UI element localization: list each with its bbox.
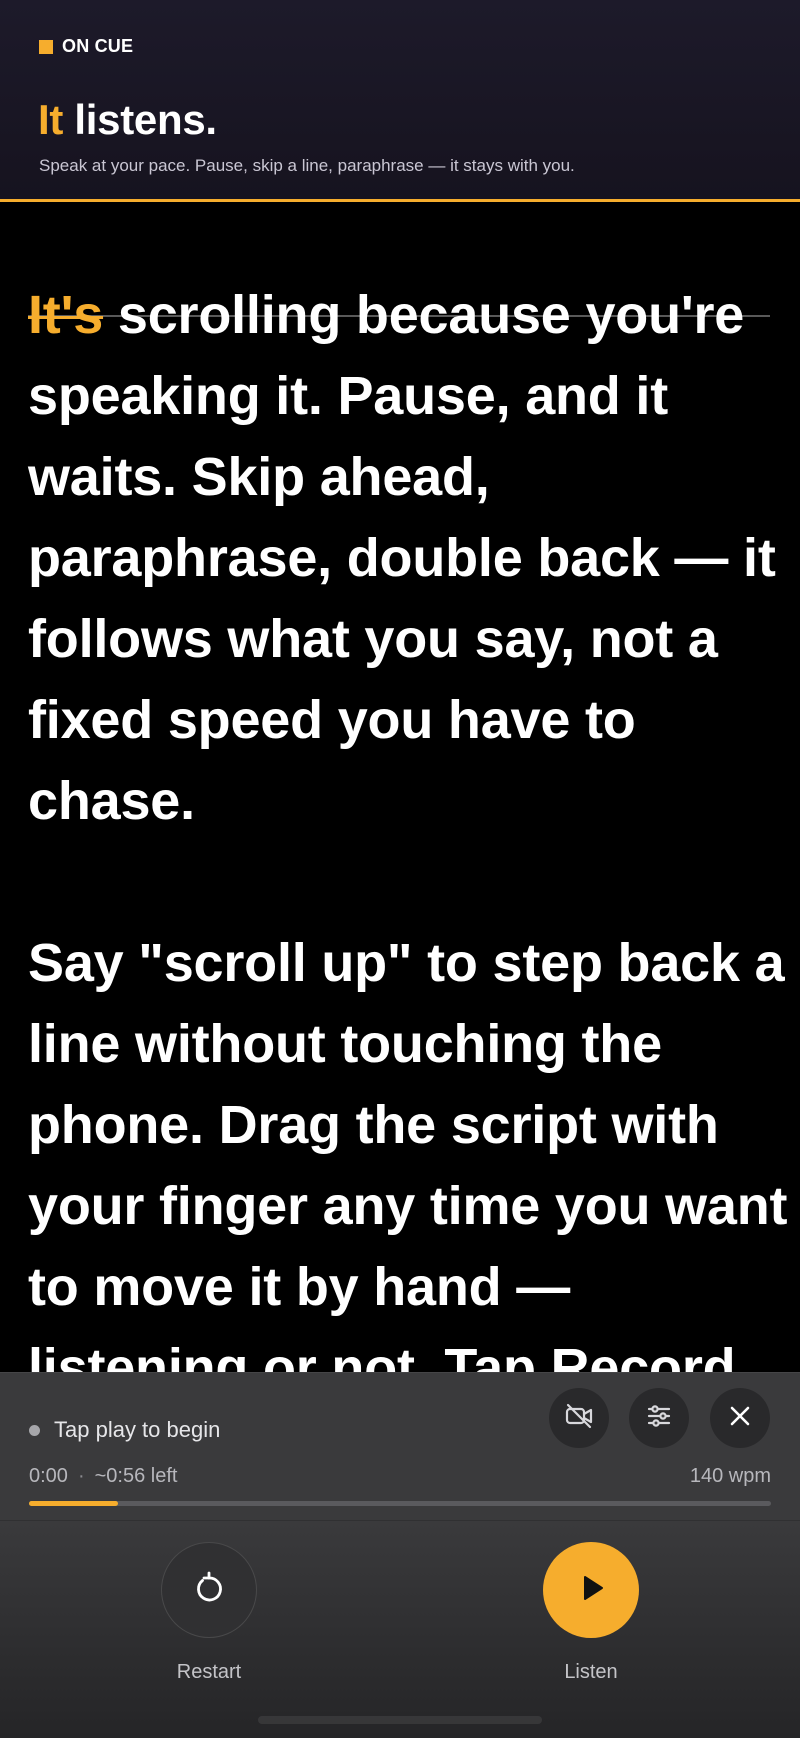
page-title: It listens.: [38, 96, 217, 144]
transport-bar: Restart Listen: [0, 1520, 800, 1738]
header: ON CUE It listens. Speak at your pace. P…: [0, 0, 800, 202]
status-text: Tap play to begin: [54, 1417, 221, 1442]
restart-icon: [191, 1570, 227, 1611]
elapsed-time: 0:00: [29, 1465, 68, 1487]
sliders-icon: [644, 1401, 674, 1436]
restart-button[interactable]: [161, 1542, 257, 1638]
control-panel: Tap play to begin 0:00 · ~0:56 left 140 …: [0, 1372, 800, 1520]
play-icon: [574, 1571, 608, 1610]
brand-name: ON CUE: [62, 36, 134, 56]
close-button[interactable]: [709, 1387, 771, 1449]
progress-fill: [29, 1501, 119, 1506]
title-rest: listens.: [63, 96, 217, 143]
camera-off-icon: [563, 1400, 595, 1437]
close-icon: [727, 1403, 753, 1434]
status-dot-icon: [29, 1424, 40, 1436]
home-indicator: [258, 1716, 542, 1724]
paragraph-text: scrolling because you're speaking it. Pa…: [28, 285, 776, 831]
camera-toggle-button[interactable]: [548, 1387, 610, 1449]
brand: ON CUE: [39, 36, 133, 57]
teleprompter-screen: ON CUE It listens. Speak at your pace. P…: [0, 0, 800, 1738]
settings-button[interactable]: [628, 1387, 690, 1449]
brand-mark-icon: [39, 39, 53, 54]
remaining-time: ~0:56 left: [94, 1465, 178, 1487]
script-scroll-area[interactable]: It's scrolling because you're speaking i…: [0, 205, 800, 1372]
status: Tap play to begin: [29, 1417, 220, 1443]
listen-button[interactable]: [543, 1542, 639, 1638]
spoken-word: It's: [28, 285, 104, 345]
speed-readout: 140 wpm: [689, 1465, 771, 1487]
script-text: It's scrolling because you're speaking i…: [28, 275, 788, 1372]
progress-bar[interactable]: [29, 1501, 771, 1506]
page-subtitle: Speak at your pace. Pause, skip a line, …: [39, 156, 575, 175]
title-accent: It: [38, 96, 64, 143]
script-paragraph: Say "scroll up" to step back a line with…: [28, 933, 788, 1372]
restart-label: Restart: [176, 1661, 242, 1683]
time-row: 0:00 · ~0:56 left 140 wpm: [29, 1465, 771, 1488]
script-paragraph: It's scrolling because you're speaking i…: [28, 275, 788, 842]
listen-label: Listen: [564, 1661, 618, 1683]
time-separator: ·: [77, 1465, 85, 1487]
